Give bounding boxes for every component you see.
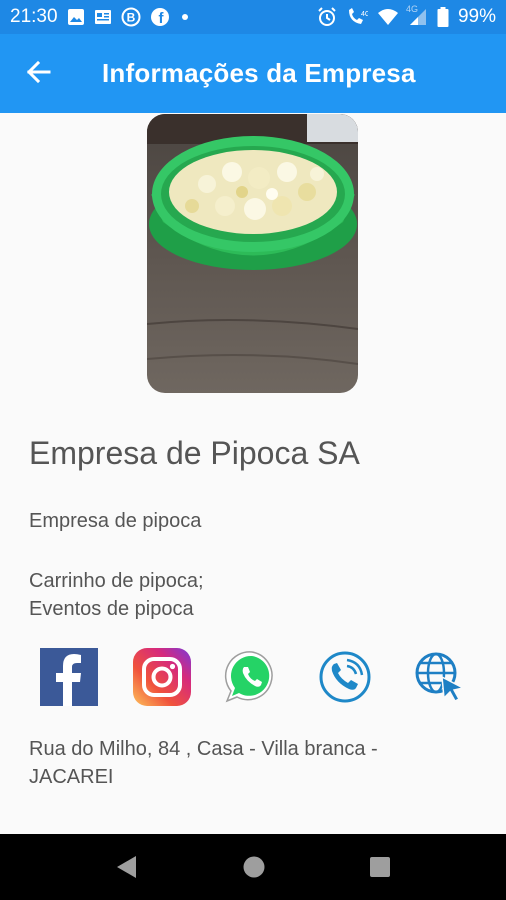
address-line: JACAREI	[29, 766, 114, 788]
facebook-notification-icon: f	[150, 7, 170, 27]
news-icon	[94, 8, 112, 26]
company-services: Carrinho de pipoca; Eventos de pipoca	[29, 567, 204, 623]
circle-home-icon	[243, 856, 265, 878]
address-line: Rua do Milho, 84 , Casa - Villa branca -	[29, 738, 378, 760]
service-item: Carrinho de pipoca;	[29, 570, 204, 592]
facebook-icon	[40, 648, 98, 706]
status-bar: 21:30 B f 4G 4G 99%	[0, 0, 506, 34]
company-name: Empresa de Pipoca SA	[29, 435, 360, 471]
status-time: 21:30	[10, 6, 58, 27]
status-left: 21:30 B f	[10, 6, 191, 28]
company-address: Rua do Milho, 84 , Casa - Villa branca -…	[29, 735, 469, 791]
gallery-icon	[67, 8, 85, 26]
phone-link[interactable]	[316, 648, 374, 706]
phone-icon	[319, 651, 371, 703]
cell-signal-icon: 4G	[406, 4, 428, 26]
svg-text:B: B	[126, 11, 135, 25]
nav-back-button[interactable]	[114, 854, 140, 880]
network-label: 4G	[405, 4, 418, 14]
b-badge-icon: B	[121, 7, 141, 27]
whatsapp-link[interactable]	[223, 648, 281, 706]
app-bar: Informações da Empresa	[0, 34, 506, 113]
website-icon	[415, 652, 466, 702]
triangle-back-icon	[117, 856, 136, 878]
battery-percent: 99%	[457, 6, 496, 27]
status-right: 4G 4G 99%	[317, 4, 496, 28]
nav-home-button[interactable]	[241, 854, 267, 880]
wifi-icon	[377, 8, 399, 26]
popcorn-bowl-image	[147, 114, 358, 393]
company-description: Empresa de pipoca	[29, 510, 202, 532]
nav-recents-button[interactable]	[367, 854, 393, 880]
notification-dot-icon	[179, 11, 191, 23]
system-nav-bar	[0, 834, 506, 900]
page-title: Informações da Empresa	[102, 58, 416, 88]
arrow-back-icon	[25, 60, 51, 89]
facebook-link[interactable]	[40, 648, 98, 706]
instagram-link[interactable]	[133, 648, 191, 706]
website-link[interactable]	[411, 648, 469, 706]
back-button[interactable]	[18, 56, 58, 92]
company-photo	[147, 114, 358, 393]
svg-text:4G: 4G	[361, 11, 368, 18]
square-recents-icon	[370, 857, 390, 877]
alarm-icon	[317, 7, 337, 27]
battery-icon	[437, 7, 449, 27]
service-item: Eventos de pipoca	[29, 598, 194, 620]
instagram-icon	[133, 648, 191, 706]
whatsapp-icon	[224, 651, 273, 703]
volte-call-icon: 4G	[346, 7, 368, 27]
